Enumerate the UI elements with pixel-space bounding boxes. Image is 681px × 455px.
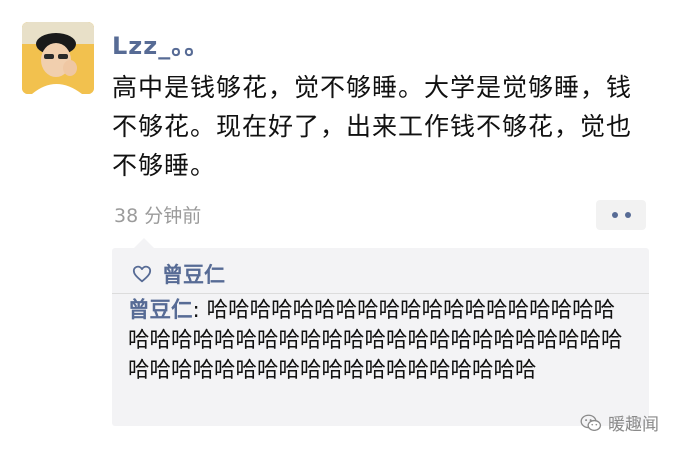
post-username[interactable]: Lzz_。。 bbox=[112, 26, 209, 61]
comment-item[interactable]: 曾豆仁: 哈哈哈哈哈哈哈哈哈哈哈哈哈哈哈哈哈哈哈哈哈哈哈哈哈哈哈哈哈哈哈哈哈哈哈… bbox=[128, 296, 636, 386]
more-dots-icon bbox=[611, 212, 618, 218]
watermark-text: 暖趣闻 bbox=[608, 415, 659, 435]
likes-divider bbox=[112, 293, 649, 294]
more-actions-button[interactable] bbox=[596, 200, 646, 230]
comment-separator: : bbox=[192, 298, 207, 323]
likes-row: 曾豆仁 bbox=[132, 258, 225, 290]
post-timestamp: 38 分钟前 bbox=[114, 205, 202, 227]
post-text: 高中是钱够花，觉不够睡。大学是觉够睡，钱不够花。现在好了，出来工作钱不够花，觉也… bbox=[112, 73, 633, 180]
wechat-logo-icon bbox=[580, 414, 602, 431]
watermark: 暖趣闻 bbox=[580, 410, 659, 435]
avatar[interactable] bbox=[22, 22, 94, 94]
comment-author[interactable]: 曾豆仁 bbox=[128, 298, 193, 323]
comment-box: 曾豆仁 曾豆仁: 哈哈哈哈哈哈哈哈哈哈哈哈哈哈哈哈哈哈哈哈哈哈哈哈哈哈哈哈哈哈哈… bbox=[112, 238, 649, 426]
more-dots-icon bbox=[624, 212, 631, 218]
like-user-name[interactable]: 曾豆仁 bbox=[162, 259, 225, 289]
avatar-image bbox=[22, 22, 94, 94]
heart-icon bbox=[132, 265, 152, 283]
